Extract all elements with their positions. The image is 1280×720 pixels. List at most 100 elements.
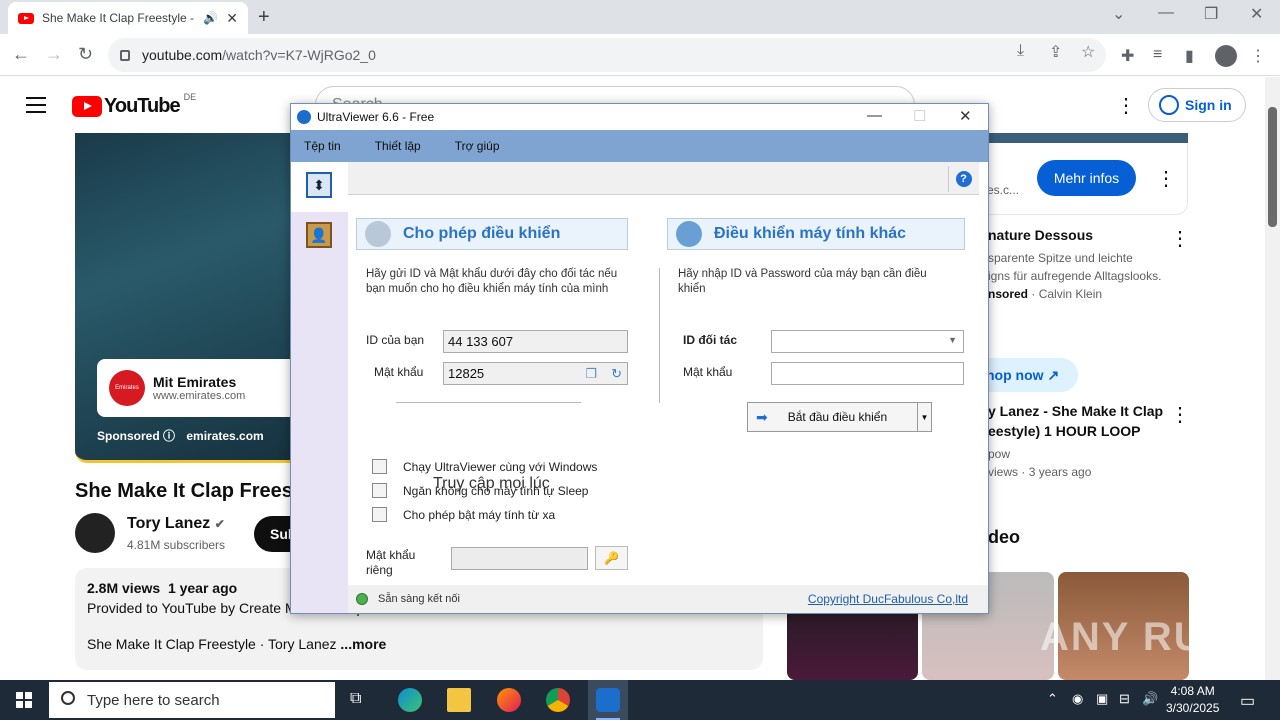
more-link[interactable]: ...more — [340, 636, 386, 652]
user-icon — [1159, 95, 1179, 115]
task-view-icon[interactable]: ⧉ — [350, 690, 361, 708]
partner-password-input[interactable] — [771, 362, 964, 385]
shop-now-button[interactable]: hop now ↗ — [978, 358, 1078, 392]
partner-id-label: ID đối tác — [683, 333, 738, 347]
youtube-favicon-icon — [18, 12, 34, 24]
menu-settings[interactable]: Thiết lập — [375, 139, 421, 153]
close-window-icon[interactable]: ✕ — [1250, 4, 1263, 24]
uv-close-icon[interactable]: ✕ — [959, 107, 972, 125]
speaker-icon[interactable]: 🔊 — [203, 11, 218, 25]
mehr-infos-button[interactable]: Mehr infos — [1037, 160, 1136, 196]
share-icon[interactable]: ⇪ — [1049, 42, 1062, 62]
vertical-divider — [659, 268, 660, 403]
checkbox-wake-remote[interactable] — [372, 507, 387, 522]
start-button[interactable] — [16, 692, 32, 708]
partner-id-input[interactable]: ▼ — [771, 330, 964, 353]
tab-close-icon[interactable]: ✕ — [226, 10, 238, 27]
help-button[interactable]: ? — [948, 166, 978, 192]
sign-in-button[interactable]: Sign in — [1148, 88, 1246, 122]
new-tab-icon[interactable]: + — [258, 6, 270, 29]
restore-icon[interactable]: ❐ — [1204, 4, 1218, 24]
ultraviewer-tray-icon[interactable]: ◉ — [1072, 691, 1083, 707]
sidebar-ad-image[interactable] — [988, 133, 1188, 143]
firefox-icon[interactable] — [497, 688, 521, 712]
uv-maximize-icon[interactable]: ☐ — [913, 107, 926, 125]
ad-more-icon[interactable]: ⋮ — [1156, 166, 1176, 191]
chrome-menu-icon[interactable]: ⋮ — [1250, 46, 1266, 66]
remote-control-tab-icon[interactable]: ⬍ — [306, 172, 332, 198]
forward-icon[interactable]: → — [45, 44, 63, 65]
minimize-icon[interactable]: — — [1158, 4, 1174, 22]
ad2-more-icon[interactable]: ⋮ — [1170, 226, 1190, 251]
menu-help[interactable]: Trợ giúp — [455, 139, 500, 153]
tab-youtube[interactable]: She Make It Clap Freestyle - 🔊 ✕ — [8, 2, 248, 34]
satellite-icon — [365, 221, 391, 247]
checkbox-prevent-sleep[interactable] — [372, 483, 387, 498]
partner-password-label: Mật khẩu — [683, 365, 733, 379]
connect-dropdown-icon[interactable]: ▼ — [917, 403, 931, 431]
uv-status-bar: Sẵn sàng kết nối Copyright DucFabulous C… — [348, 585, 988, 613]
private-password-field[interactable] — [451, 547, 588, 570]
ad2-sponsor: nsored · Calvin Klein — [988, 287, 1103, 301]
notifications-icon[interactable]: ▭ — [1240, 691, 1255, 711]
profile-avatar-icon[interactable] — [1215, 45, 1237, 67]
menu-file[interactable]: Tệp tin — [304, 139, 341, 153]
menu-icon[interactable] — [26, 97, 46, 113]
side-panel-icon[interactable]: ▮ — [1185, 46, 1194, 66]
volume-icon[interactable]: 🔊 — [1142, 691, 1158, 707]
rec-video-title-1[interactable]: y Lanez - She Make It Clap — [988, 403, 1163, 419]
set-password-button[interactable]: 🔑 — [595, 546, 628, 570]
password-field[interactable]: 12825 ❐ ↻ — [443, 362, 628, 385]
media-control-icon[interactable]: ≡ — [1153, 46, 1162, 64]
address-bar: ← → ↻ youtube.com/watch?v=K7-WjRGo2_0 ⤓ … — [0, 34, 1280, 76]
youtube-logo[interactable]: YouTube DE — [72, 92, 196, 118]
copy-icon[interactable]: ❐ — [585, 366, 597, 382]
tray-chevron-icon[interactable]: ⌃ — [1047, 691, 1058, 707]
tab-search-icon[interactable]: ⌄ — [1112, 4, 1125, 24]
file-explorer-icon[interactable] — [447, 688, 471, 712]
video-player[interactable]: Emirates Mit Emirates www.emirates.com S… — [75, 133, 290, 463]
external-link-icon: ↗ — [1047, 367, 1060, 383]
uv-title-bar[interactable]: UltraViewer 6.6 - Free — ☐ ✕ — [291, 104, 988, 130]
more-options-icon[interactable]: ⋮ — [1116, 93, 1136, 118]
device-icon[interactable]: ▣ — [1096, 691, 1108, 707]
uv-minimize-icon[interactable]: — — [867, 107, 882, 124]
url-input[interactable]: youtube.com/watch?v=K7-WjRGo2_0 — [108, 38, 1106, 72]
channel-avatar[interactable] — [75, 513, 115, 553]
page-scrollbar[interactable] — [1265, 77, 1280, 680]
copyright-link[interactable]: Copyright DucFabulous Co,ltd — [808, 592, 968, 606]
ad2-title: nature Dessous — [988, 227, 1094, 243]
option-run-with-windows: Chạy UltraViewer cùng với Windows — [403, 460, 598, 474]
taskbar-ultraviewer[interactable] — [588, 680, 628, 720]
channel-name[interactable]: Tory Lanez ✔ — [127, 515, 225, 533]
rec-video-title-2[interactable]: eestyle) 1 HOUR LOOP — [988, 423, 1141, 439]
install-icon[interactable]: ⤓ — [1017, 42, 1024, 60]
taskbar-search-input[interactable]: Type here to search — [49, 682, 335, 718]
ultraviewer-window: UltraViewer 6.6 - Free — ☐ ✕ Tệp tin Thi… — [290, 103, 989, 614]
lock-icon[interactable] — [120, 49, 130, 61]
ad-card[interactable]: Emirates Mit Emirates www.emirates.com — [97, 359, 290, 417]
edge-icon[interactable] — [398, 688, 422, 712]
rec-stats: views · 3 years ago — [988, 465, 1092, 479]
start-control-button[interactable]: ➡ Bắt đầu điều khiển ▼ — [747, 402, 932, 432]
subscriber-count: 4.81M subscribers — [127, 538, 226, 552]
dropdown-arrow-icon[interactable]: ▼ — [948, 335, 957, 345]
divider — [396, 402, 581, 403]
arrow-right-icon: ➡ — [756, 408, 768, 425]
tab-strip: She Make It Clap Freestyle - 🔊 ✕ + ⌄ — ❐… — [0, 0, 1280, 34]
network-icon[interactable]: ⊟ — [1119, 691, 1130, 707]
ultraviewer-taskbar-icon — [596, 688, 620, 712]
your-id-field[interactable]: 44 133 607 — [443, 330, 628, 353]
rec-more-icon[interactable]: ⋮ — [1170, 402, 1190, 427]
checkbox-run-with-windows[interactable] — [372, 459, 387, 474]
chrome-icon[interactable] — [546, 688, 570, 712]
clock[interactable]: 4:08 AM 3/30/2025 — [1166, 683, 1219, 717]
scrollbar-thumb[interactable] — [1268, 107, 1277, 227]
reload-icon[interactable]: ↻ — [78, 44, 93, 65]
back-icon[interactable]: ← — [12, 44, 30, 65]
emirates-logo: Emirates — [109, 370, 145, 406]
contacts-tab-icon[interactable]: 👤 — [306, 222, 332, 248]
extensions-icon[interactable]: ✚ — [1121, 46, 1134, 66]
bookmark-star-icon[interactable]: ☆ — [1081, 42, 1095, 62]
refresh-icon[interactable]: ↻ — [611, 366, 622, 382]
